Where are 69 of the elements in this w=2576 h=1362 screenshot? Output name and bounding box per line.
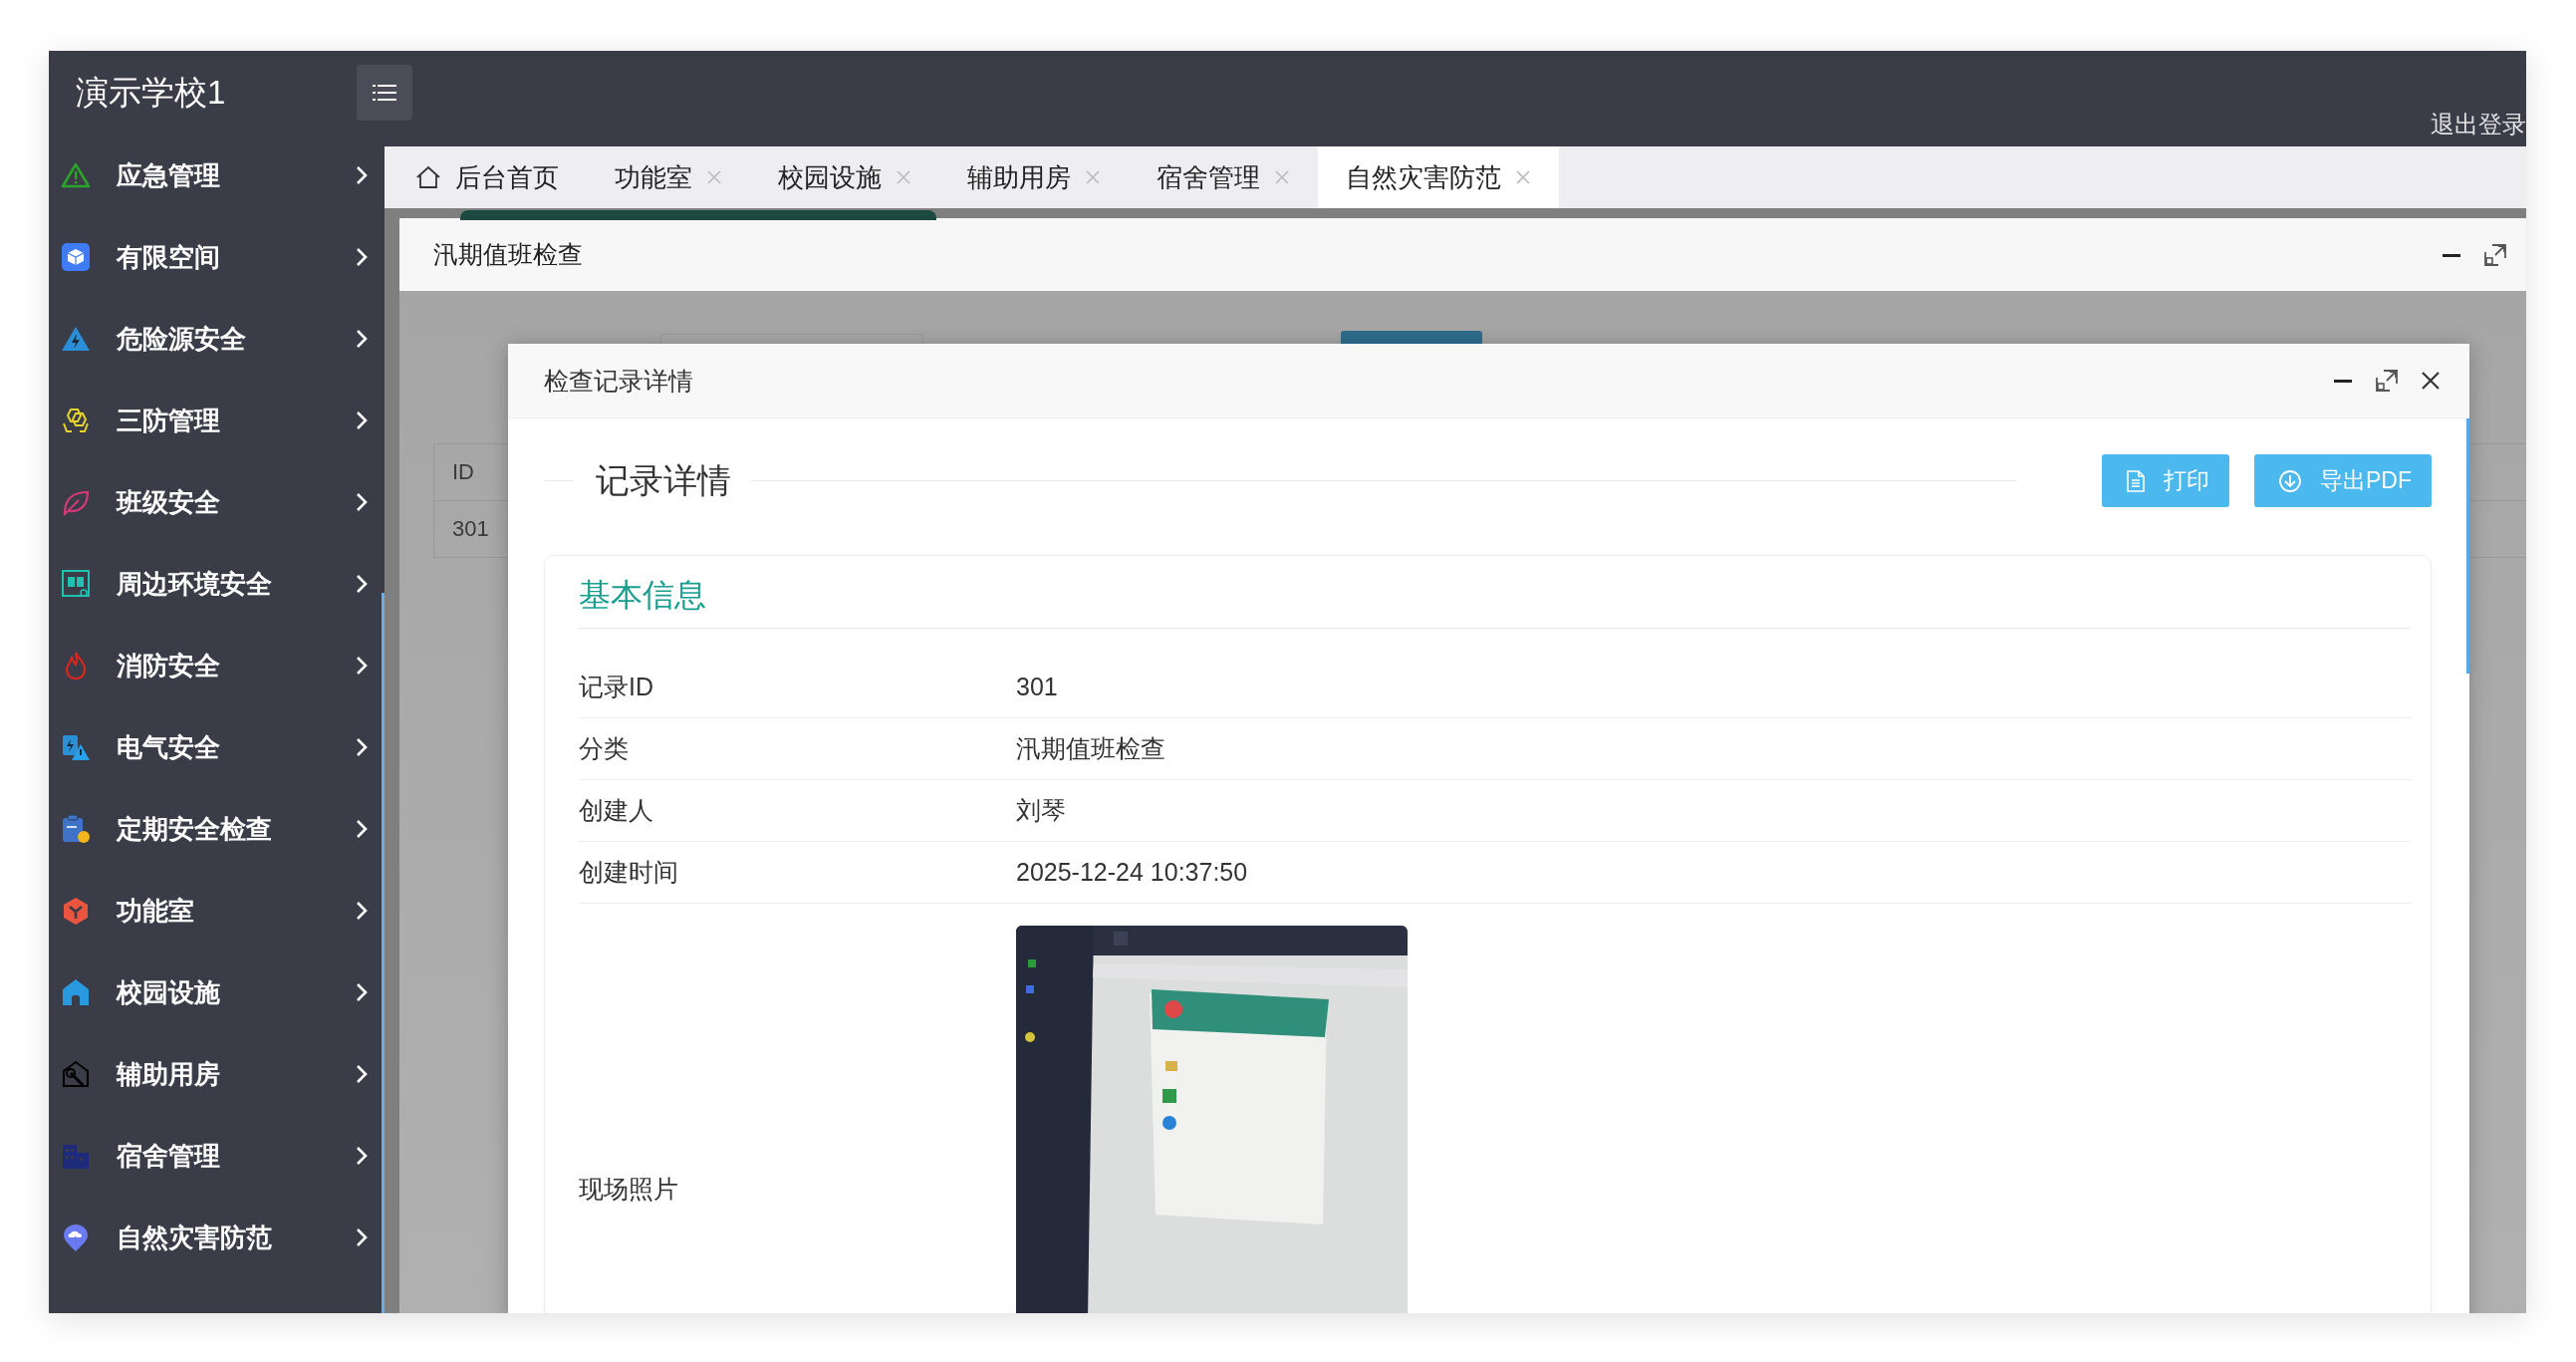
modal-title: 检查记录详情 [544,365,693,397]
section-title: 记录详情 [595,459,732,501]
tab[interactable]: 辅助用房 [939,146,1129,208]
table-cell-text: 301 [451,516,489,542]
tab[interactable]: 功能室 [587,146,750,208]
sidebar-item[interactable]: 宿舍管理 [49,1115,385,1197]
field-value: 刘琴 [1016,795,1066,826]
sidebar-item[interactable]: 功能室 [49,870,385,952]
chevron-right-icon [356,574,368,594]
sidebar-item[interactable]: 辅助用房 [49,1033,385,1115]
hexagon-icon [61,896,91,926]
chevron-right-icon [356,901,368,921]
chevron-right-icon [356,1227,368,1247]
download-icon [2278,468,2302,493]
sidebar-item[interactable]: 周边环境安全 [49,543,385,625]
tab[interactable]: 校园设施 [750,146,939,208]
field-label: 现场照片 [579,1173,679,1205]
sidebar-item[interactable]: 校园设施 [49,952,385,1033]
hexagon-icon [61,406,91,435]
chevron-right-icon [356,982,368,1002]
close-icon[interactable] [2420,370,2442,392]
field-label: 记录ID [579,672,654,702]
sidebar-item[interactable]: 危险源安全 [49,298,385,380]
tab[interactable]: 后台首页 [387,146,587,208]
sidebar-item[interactable]: 定期安全检查 [49,788,385,870]
sidebar-item[interactable]: 有限空间 [49,216,385,298]
sidebar-item[interactable]: 应急管理 [49,135,385,216]
chevron-right-icon [356,329,368,349]
tab[interactable]: 宿舍管理 [1129,146,1318,208]
maximize-icon[interactable] [2484,243,2506,266]
panel-title: 汛期值班检查 [433,239,583,270]
book-icon [61,569,91,599]
card-title: 基本信息 [579,556,2411,629]
field-value: 汛期值班检查 [1016,733,1165,764]
field-label: 创建时间 [579,857,679,888]
chevron-right-icon [356,1146,368,1166]
menu-toggle-button[interactable] [357,65,412,121]
sidebar-item[interactable]: 自然灾害防范 [49,1197,385,1278]
menu-icon [373,84,396,102]
field-label: 分类 [579,733,630,764]
cloud-pin-icon [61,1223,91,1252]
tab[interactable]: 自然灾害防范 [1318,146,1559,208]
field-value: 301 [1016,673,1058,701]
clipboard-icon [61,814,91,844]
home-icon [415,165,441,189]
sidebar-item[interactable]: 电气安全 [49,706,385,788]
house-wrench-icon [61,1059,91,1089]
sidebar-item[interactable]: 三防管理 [49,380,385,461]
sidebar-item[interactable]: 消防安全 [49,625,385,706]
chevron-right-icon [356,656,368,676]
chevron-right-icon [356,247,368,267]
chevron-right-icon [356,737,368,757]
warning-icon [61,160,91,190]
field-label: 创建人 [579,795,654,826]
school-name: 演示学校1 [76,72,226,113]
table-header-cell-text: ID [451,459,474,485]
house-icon [61,977,91,1007]
chevron-right-icon [356,410,368,430]
document-icon [2126,469,2146,492]
chevron-right-icon [356,1064,368,1084]
cube-icon [61,242,91,272]
maximize-icon[interactable] [2376,370,2398,392]
sidebar-item[interactable]: 班级安全 [49,461,385,543]
electric-warning-icon [61,732,91,762]
field-value: 2025-12-24 10:37:50 [1016,858,1248,887]
chevron-right-icon [356,819,368,839]
chevron-right-icon [356,492,368,512]
chevron-right-icon [356,165,368,185]
logout-link[interactable]: 退出登录 [2431,109,2526,140]
